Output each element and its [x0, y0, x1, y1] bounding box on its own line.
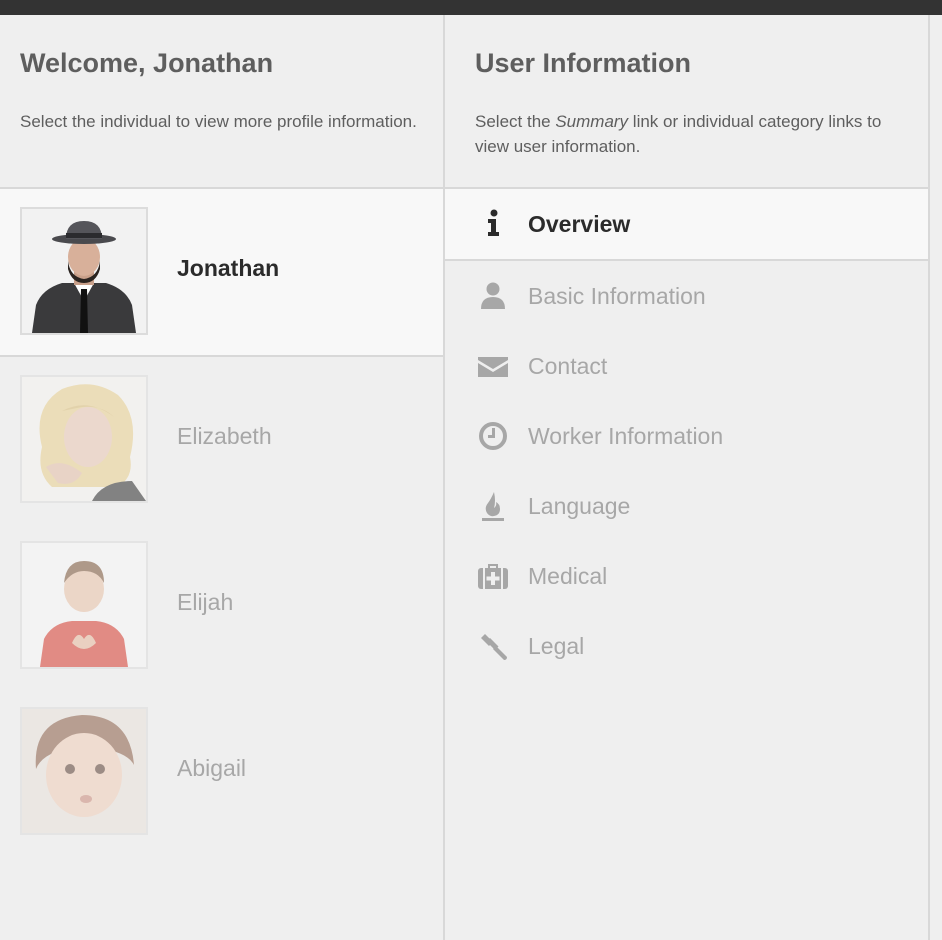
category-worker-information[interactable]: Worker Information — [445, 401, 928, 471]
person-name: Elizabeth — [177, 423, 272, 449]
medkit-icon — [478, 564, 508, 589]
people-panel: Welcome, Jonathan Select the individual … — [0, 15, 445, 940]
person-item-elizabeth[interactable]: Elizabeth — [0, 357, 443, 523]
category-legal[interactable]: Legal — [445, 611, 928, 681]
category-contact[interactable]: Contact — [445, 331, 928, 401]
flame-icon — [482, 492, 504, 521]
summary-link-text: Summary — [555, 112, 629, 131]
avatar — [20, 375, 148, 503]
category-label: Contact — [528, 353, 608, 379]
category-label: Language — [528, 493, 631, 519]
person-name: Jonathan — [177, 255, 280, 281]
avatar — [20, 707, 148, 835]
people-panel-description: Select the individual to view more profi… — [20, 112, 417, 131]
avatar — [20, 541, 148, 669]
category-label: Overview — [528, 211, 631, 237]
category-medical[interactable]: Medical — [445, 541, 928, 611]
user-icon — [481, 282, 505, 309]
description-text: Select the — [475, 112, 556, 131]
top-bar — [0, 0, 942, 15]
user-info-title: User Information — [475, 48, 692, 78]
category-label: Legal — [528, 633, 585, 659]
right-edge-panel — [930, 15, 942, 940]
welcome-title: Welcome, Jonathan — [20, 48, 274, 78]
category-label: Basic Information — [528, 283, 706, 309]
gavel-icon — [481, 634, 507, 660]
user-info-description: Select the Summary link or individual ca… — [475, 109, 898, 159]
category-label: Worker Information — [528, 423, 724, 449]
category-overview[interactable]: Overview — [445, 189, 928, 261]
user-info-panel-header: User Information Select the Summary link… — [445, 15, 928, 189]
clock-icon — [479, 422, 507, 450]
user-info-panel: User Information Select the Summary link… — [445, 15, 930, 940]
person-name: Abigail — [177, 755, 247, 781]
person-item-abigail[interactable]: Abigail — [0, 689, 443, 855]
info-icon — [488, 209, 499, 236]
people-panel-header: Welcome, Jonathan Select the individual … — [0, 15, 443, 189]
avatar — [20, 207, 148, 335]
envelope-icon — [478, 357, 508, 377]
person-item-jonathan[interactable]: Jonathan — [0, 189, 443, 357]
category-label: Medical — [528, 563, 608, 589]
person-item-elijah[interactable]: Elijah — [0, 523, 443, 689]
person-name: Elijah — [177, 589, 234, 615]
category-language[interactable]: Language — [445, 471, 928, 541]
category-basic-information[interactable]: Basic Information — [445, 261, 928, 331]
